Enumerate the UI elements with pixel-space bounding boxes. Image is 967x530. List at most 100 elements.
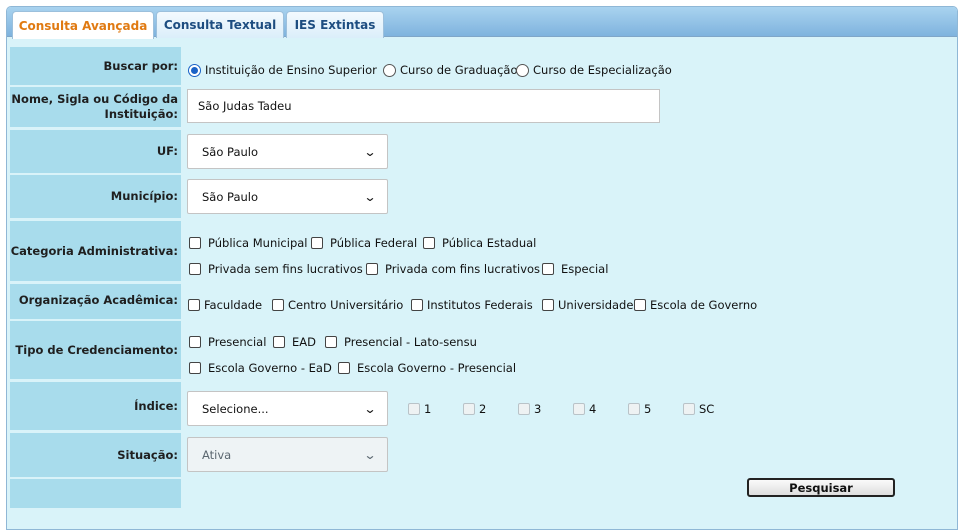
cb-label: Escola Governo - Presencial bbox=[357, 361, 517, 375]
checkbox[interactable] bbox=[518, 403, 530, 415]
checkbox[interactable] bbox=[573, 403, 585, 415]
cb-privada-com-fins[interactable]: Privada com fins lucrativos bbox=[366, 262, 540, 276]
cb-indice-sc[interactable]: SC bbox=[683, 402, 714, 416]
cb-label: Privada com fins lucrativos bbox=[385, 262, 541, 276]
cb-label: Faculdade bbox=[204, 298, 263, 312]
checkbox[interactable] bbox=[408, 403, 420, 415]
checkbox[interactable] bbox=[189, 237, 201, 249]
cb-indice-5[interactable]: 5 bbox=[628, 402, 651, 416]
checkbox[interactable] bbox=[189, 362, 201, 374]
checkbox[interactable] bbox=[542, 299, 554, 311]
chevron-down-icon: ⌄ bbox=[363, 447, 377, 462]
radio-ies-button[interactable] bbox=[188, 63, 201, 77]
nome-label-line1: Nome, Sigla ou Código da bbox=[11, 92, 178, 106]
checkbox[interactable] bbox=[189, 263, 201, 275]
empty-label-cell bbox=[10, 479, 181, 508]
tab-bar: Consulta Avançada Consulta Textual IES E… bbox=[7, 7, 957, 39]
cb-label: Centro Universitário bbox=[288, 298, 404, 312]
pesquisar-button[interactable]: Pesquisar bbox=[747, 478, 895, 497]
checkbox[interactable] bbox=[542, 263, 554, 275]
cb-presencial-lato-sensu[interactable]: Presencial - Lato-sensu bbox=[325, 335, 477, 349]
organizacao-label: Organização Acadêmica: bbox=[10, 284, 181, 319]
indice-select[interactable]: Selecione... ⌄ bbox=[187, 391, 388, 426]
radio-curso-graduacao[interactable]: Curso de Graduação bbox=[383, 63, 518, 77]
checkbox[interactable] bbox=[463, 403, 475, 415]
radio-graduacao-button[interactable] bbox=[383, 63, 396, 77]
checkbox[interactable] bbox=[311, 237, 323, 249]
cb-faculdade[interactable]: Faculdade bbox=[188, 298, 262, 312]
radio-especializacao-label: Curso de Especialização bbox=[533, 63, 672, 77]
checkbox[interactable] bbox=[366, 263, 378, 275]
cb-universidade[interactable]: Universidade bbox=[542, 298, 633, 312]
cb-presencial[interactable]: Presencial bbox=[189, 335, 266, 349]
checkbox[interactable] bbox=[634, 299, 646, 311]
checkbox[interactable] bbox=[628, 403, 640, 415]
cb-label: Presencial - Lato-sensu bbox=[344, 335, 477, 349]
cb-indice-4[interactable]: 4 bbox=[573, 402, 596, 416]
tab-ies-extintas[interactable]: IES Extintas bbox=[286, 11, 384, 38]
checkbox[interactable] bbox=[411, 299, 423, 311]
checkbox[interactable] bbox=[273, 336, 285, 348]
situacao-select[interactable]: Ativa ⌄ bbox=[187, 437, 388, 472]
uf-select-value: São Paulo bbox=[202, 144, 259, 159]
checkbox[interactable] bbox=[325, 336, 337, 348]
tab-consulta-avancada[interactable]: Consulta Avançada bbox=[12, 11, 154, 39]
categoria-label: Categoria Administrativa: bbox=[10, 221, 181, 281]
cb-label: SC bbox=[699, 402, 715, 416]
cb-label: 2 bbox=[479, 402, 487, 416]
cb-escola-governo-ead[interactable]: Escola Governo - EaD bbox=[189, 361, 332, 375]
cb-label: 3 bbox=[534, 402, 542, 416]
cb-label: Especial bbox=[561, 262, 609, 276]
cb-label: Presencial bbox=[208, 335, 267, 349]
uf-label: UF: bbox=[10, 130, 181, 173]
checkbox[interactable] bbox=[423, 237, 435, 249]
checkbox[interactable] bbox=[189, 336, 201, 348]
cb-label: Privada sem fins lucrativos bbox=[208, 262, 363, 276]
cb-publica-estadual[interactable]: Pública Estadual bbox=[423, 236, 536, 250]
checkbox[interactable] bbox=[272, 299, 284, 311]
cb-indice-3[interactable]: 3 bbox=[518, 402, 541, 416]
radio-graduacao-label: Curso de Graduação bbox=[400, 63, 518, 77]
indice-label: Índice: bbox=[10, 382, 181, 430]
nome-label-line2: Instituição: bbox=[104, 107, 178, 121]
chevron-down-icon: ⌄ bbox=[363, 189, 377, 204]
cb-indice-2[interactable]: 2 bbox=[463, 402, 486, 416]
cb-privada-sem-fins[interactable]: Privada sem fins lucrativos bbox=[189, 262, 363, 276]
chevron-down-icon: ⌄ bbox=[363, 401, 377, 416]
cb-centro-universitario[interactable]: Centro Universitário bbox=[272, 298, 403, 312]
tab-consulta-textual[interactable]: Consulta Textual bbox=[156, 11, 284, 38]
credenciamento-label: Tipo de Credenciamento: bbox=[10, 321, 181, 379]
radio-especializacao-button[interactable] bbox=[516, 63, 529, 77]
municipio-select-value: São Paulo bbox=[202, 189, 259, 204]
cb-publica-municipal[interactable]: Pública Municipal bbox=[189, 236, 308, 250]
cb-label: 4 bbox=[589, 402, 597, 416]
nome-label: Nome, Sigla ou Código da Instituição: bbox=[10, 87, 181, 127]
cb-publica-federal[interactable]: Pública Federal bbox=[311, 236, 417, 250]
cb-indice-1[interactable]: 1 bbox=[408, 402, 431, 416]
nome-input[interactable]: São Judas Tadeu bbox=[187, 89, 660, 123]
checkbox[interactable] bbox=[188, 299, 200, 311]
cb-escola-governo-presencial[interactable]: Escola Governo - Presencial bbox=[338, 361, 516, 375]
checkbox[interactable] bbox=[338, 362, 350, 374]
uf-select[interactable]: São Paulo ⌄ bbox=[187, 134, 388, 169]
buscar-label: Buscar por: bbox=[10, 47, 181, 85]
situacao-select-value: Ativa bbox=[202, 447, 232, 462]
checkbox[interactable] bbox=[683, 403, 695, 415]
radio-ies-label: Instituição de Ensino Superior bbox=[205, 63, 377, 77]
municipio-select[interactable]: São Paulo ⌄ bbox=[187, 179, 388, 214]
cb-escola-de-governo[interactable]: Escola de Governo bbox=[634, 298, 757, 312]
radio-ies[interactable]: Instituição de Ensino Superior bbox=[188, 63, 377, 77]
chevron-down-icon: ⌄ bbox=[363, 144, 377, 159]
cb-label: EAD bbox=[292, 335, 316, 349]
cb-institutos-federais[interactable]: Institutos Federais bbox=[411, 298, 533, 312]
radio-curso-especializacao[interactable]: Curso de Especialização bbox=[516, 63, 672, 77]
situacao-label: Situação: bbox=[10, 433, 181, 477]
cb-label: Pública Federal bbox=[330, 236, 418, 250]
cb-label: Pública Municipal bbox=[208, 236, 308, 250]
cb-label: Escola Governo - EaD bbox=[208, 361, 332, 375]
indice-select-value: Selecione... bbox=[202, 401, 269, 416]
cb-ead[interactable]: EAD bbox=[273, 335, 316, 349]
cb-label: 1 bbox=[424, 402, 432, 416]
cb-label: Universidade bbox=[558, 298, 634, 312]
cb-especial[interactable]: Especial bbox=[542, 262, 608, 276]
